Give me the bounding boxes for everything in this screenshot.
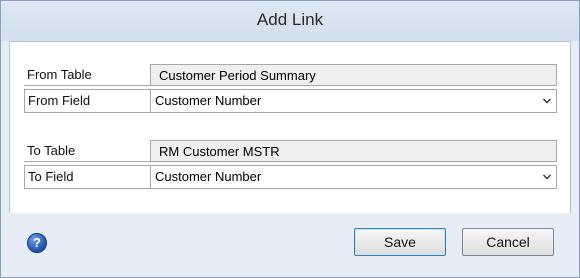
from-table-label: From Table (24, 64, 151, 86)
to-table-label: To Table (24, 140, 151, 162)
dialog-footer: ? Save Cancel (1, 213, 579, 277)
to-field-label: To Field (24, 165, 150, 189)
save-button[interactable]: Save (354, 228, 446, 256)
cancel-button[interactable]: Cancel (462, 228, 554, 256)
from-field-row: From Field Customer Number (24, 89, 557, 113)
chevron-down-icon (543, 98, 551, 104)
title-bar: Add Link (1, 1, 579, 41)
from-field-value: Customer Number (155, 93, 262, 108)
dialog-title: Add Link (256, 10, 324, 29)
from-field-select[interactable]: Customer Number (150, 89, 557, 113)
add-link-dialog: Add Link From Table Customer Period Summ… (0, 0, 580, 278)
link-form: From Table Customer Period Summary From … (9, 41, 571, 214)
to-field-select[interactable]: Customer Number (150, 165, 557, 189)
from-field-label: From Field (24, 89, 150, 113)
help-icon[interactable]: ? (27, 233, 47, 253)
chevron-down-icon (543, 174, 551, 180)
to-table-row: To Table RM Customer MSTR (24, 140, 557, 164)
from-table-value: Customer Period Summary (150, 64, 557, 86)
from-table-row: From Table Customer Period Summary (24, 64, 557, 88)
to-field-value: Customer Number (155, 169, 262, 184)
to-table-value: RM Customer MSTR (150, 140, 557, 162)
to-field-row: To Field Customer Number (24, 165, 557, 189)
